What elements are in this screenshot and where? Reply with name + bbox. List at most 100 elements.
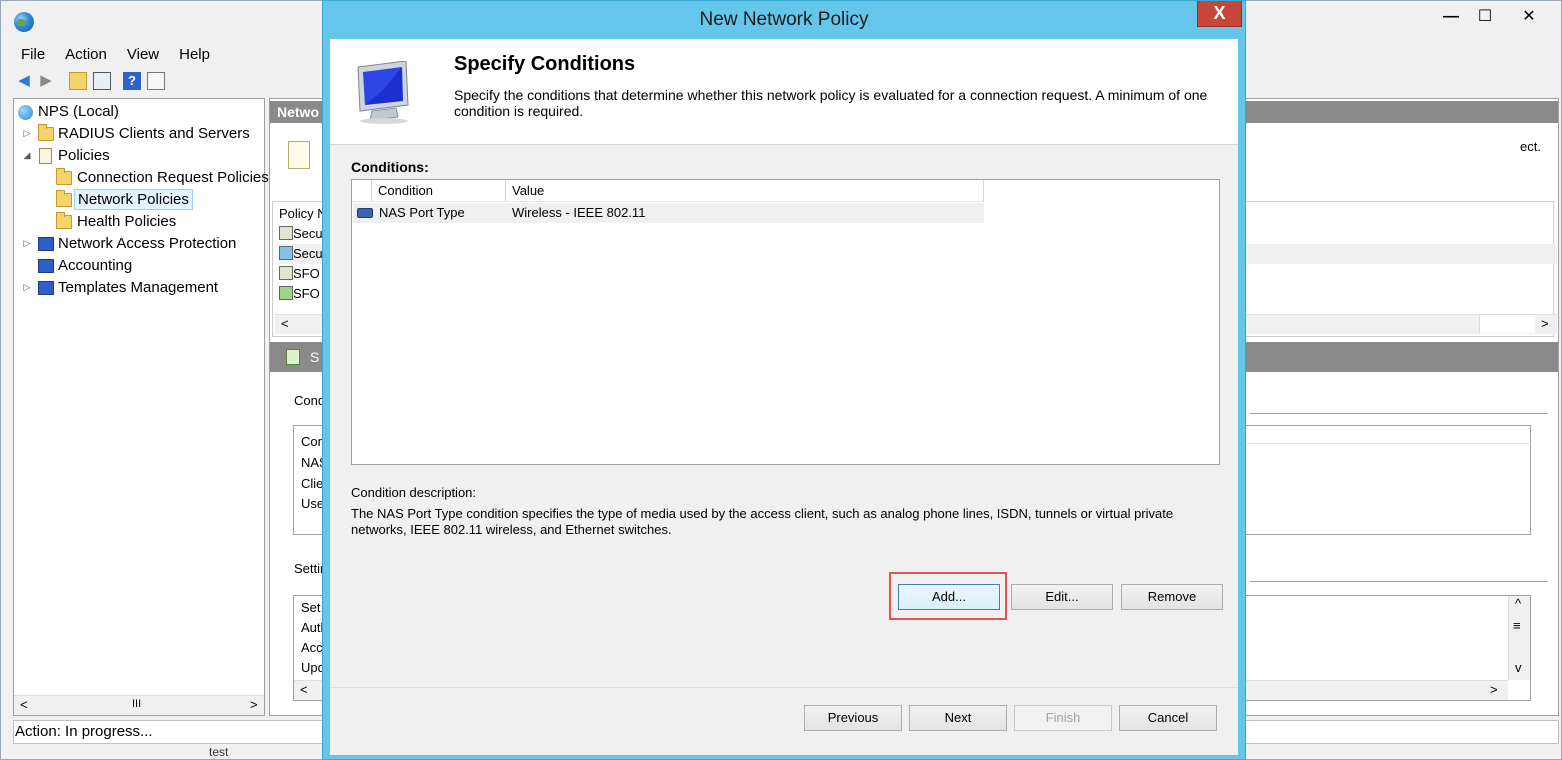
conditions-section-label: Cond bbox=[294, 393, 326, 408]
maximize-button[interactable]: ☐ bbox=[1467, 5, 1503, 31]
remove-button[interactable]: Remove bbox=[1121, 584, 1223, 610]
scroll-down-icon[interactable]: v bbox=[1515, 660, 1522, 675]
column-header-policy-name[interactable]: Policy N bbox=[279, 204, 327, 224]
nas-port-icon bbox=[357, 208, 373, 218]
policy-name: Secu bbox=[293, 246, 323, 261]
menu-file[interactable]: File bbox=[9, 44, 53, 65]
menu-bar: File Action View Help bbox=[9, 44, 218, 66]
tree-label: Network Access Protection bbox=[58, 235, 237, 252]
up-folder-icon[interactable] bbox=[69, 72, 87, 90]
tree-label: NPS (Local) bbox=[38, 103, 119, 120]
close-window-button[interactable]: ✕ bbox=[1511, 5, 1547, 31]
forward-arrow-icon[interactable]: ▶ bbox=[37, 72, 55, 90]
scroll-track[interactable] bbox=[1479, 315, 1535, 333]
column-header-icon[interactable] bbox=[352, 180, 372, 202]
add-button[interactable]: Add... bbox=[898, 584, 1000, 610]
scroll-up-icon[interactable]: ^ bbox=[1515, 596, 1521, 611]
show-hide-tree-icon[interactable] bbox=[93, 72, 111, 90]
list-item[interactable]: SFO bbox=[279, 264, 320, 284]
column-header-condition[interactable]: Condition bbox=[372, 180, 506, 202]
collapse-arrow-icon[interactable]: ◢ bbox=[22, 145, 32, 166]
tree-label: Templates Management bbox=[58, 279, 219, 296]
tree-label: RADIUS Clients and Servers bbox=[58, 125, 250, 142]
scroll-right-icon[interactable]: > bbox=[250, 697, 258, 712]
summary-row: Use bbox=[301, 496, 325, 511]
policies-icon bbox=[39, 148, 52, 164]
menu-help[interactable]: Help bbox=[167, 44, 218, 65]
scroll-right-icon[interactable]: > bbox=[1490, 682, 1498, 697]
column-header-value[interactable]: Value bbox=[506, 180, 984, 202]
policy-icon bbox=[279, 246, 293, 260]
table-row[interactable]: NAS Port Type Wireless - IEEE 802.11 bbox=[353, 203, 984, 223]
conditions-list[interactable]: Condition Value NAS Port Type Wireless -… bbox=[351, 179, 1220, 465]
wizard-heading: Specify Conditions bbox=[454, 53, 636, 75]
edit-button[interactable]: Edit... bbox=[1011, 584, 1113, 610]
summary-row: Acc bbox=[301, 640, 323, 655]
minimize-button[interactable]: — bbox=[1433, 5, 1469, 31]
scroll-right-icon[interactable]: > bbox=[1541, 316, 1549, 331]
dialog-body: Specify Conditions Specify the condition… bbox=[330, 39, 1238, 755]
scroll-left-icon[interactable]: < bbox=[300, 682, 308, 697]
scroll-thumb-grip[interactable]: III bbox=[132, 698, 141, 710]
wizard-header: Specify Conditions Specify the condition… bbox=[330, 39, 1238, 145]
policy-icon bbox=[279, 266, 293, 280]
folder-icon bbox=[38, 124, 54, 141]
finish-button: Finish bbox=[1014, 705, 1112, 731]
network-access-protection-icon bbox=[38, 237, 54, 251]
properties-icon[interactable] bbox=[147, 72, 165, 90]
condition-cell: NAS Port Type bbox=[379, 205, 465, 220]
globe-icon bbox=[14, 12, 34, 32]
divider bbox=[330, 687, 1238, 688]
expand-arrow-icon[interactable]: ▷ bbox=[22, 123, 32, 144]
tree-label: Accounting bbox=[58, 257, 133, 274]
list-item[interactable]: SFO bbox=[279, 284, 320, 304]
policy-name: Secu bbox=[293, 226, 323, 241]
expand-arrow-icon[interactable]: ▷ bbox=[22, 233, 32, 254]
scroll-thumb-grip[interactable]: ≡ bbox=[1513, 618, 1521, 633]
tree-horizontal-scrollbar[interactable]: < III > bbox=[14, 695, 264, 715]
new-network-policy-dialog: New Network Policy X Specify Conditions … bbox=[322, 0, 1246, 760]
condition-description-label: Condition description: bbox=[351, 485, 477, 500]
monitor-icon bbox=[357, 61, 409, 124]
help-icon[interactable]: ? bbox=[123, 72, 141, 90]
tree-label: Policies bbox=[58, 147, 110, 164]
dialog-close-button[interactable]: X bbox=[1197, 1, 1242, 27]
tree-label: Connection Request Policies bbox=[77, 169, 269, 186]
settings-vertical-scrollbar[interactable]: ^ ≡ v bbox=[1508, 596, 1530, 680]
accounting-icon bbox=[38, 259, 54, 273]
expand-arrow-icon[interactable]: ▷ bbox=[22, 277, 32, 298]
divider bbox=[1250, 413, 1548, 414]
menu-action[interactable]: Action bbox=[53, 44, 115, 65]
nps-globe-icon bbox=[18, 105, 33, 120]
folder-icon bbox=[56, 212, 72, 229]
details-description: ect. bbox=[1520, 139, 1541, 154]
policy-name: SFO bbox=[293, 266, 320, 281]
wizard-subtext: Specify the conditions that determine wh… bbox=[454, 87, 1208, 119]
settings-section-label: Settir bbox=[294, 561, 325, 576]
policy-document-icon bbox=[288, 141, 310, 169]
menu-view[interactable]: View bbox=[115, 44, 167, 65]
dialog-title: New Network Policy bbox=[699, 9, 869, 30]
policy-icon bbox=[279, 226, 293, 240]
conditions-label: Conditions: bbox=[351, 159, 429, 175]
back-arrow-icon[interactable]: ◀ bbox=[15, 72, 33, 90]
policy-icon bbox=[279, 286, 293, 300]
condition-description-text: The NAS Port Type condition specifies th… bbox=[351, 506, 1174, 537]
scroll-left-icon[interactable]: < bbox=[20, 697, 28, 712]
cancel-button[interactable]: Cancel bbox=[1119, 705, 1217, 731]
policy-name: SFO bbox=[293, 286, 320, 301]
list-item[interactable]: Secu bbox=[279, 224, 323, 244]
next-button[interactable]: Next bbox=[909, 705, 1007, 731]
toolbar: ◀ ▶ ? bbox=[13, 71, 213, 93]
navigation-tree: NPS (Local) ▷ RADIUS Clients and Servers… bbox=[13, 98, 269, 716]
summary-row: Clie bbox=[301, 476, 324, 491]
folder-icon bbox=[56, 168, 72, 185]
tree-label: Health Policies bbox=[77, 213, 177, 230]
selected-policy-name: S bbox=[310, 349, 320, 365]
previous-button[interactable]: Previous bbox=[804, 705, 902, 731]
column-header bbox=[1246, 426, 1531, 444]
network-policy-folder-icon bbox=[56, 190, 72, 207]
tree-label: Network Policies bbox=[74, 189, 193, 210]
scroll-left-icon[interactable]: < bbox=[281, 316, 289, 331]
divider bbox=[1250, 581, 1548, 582]
